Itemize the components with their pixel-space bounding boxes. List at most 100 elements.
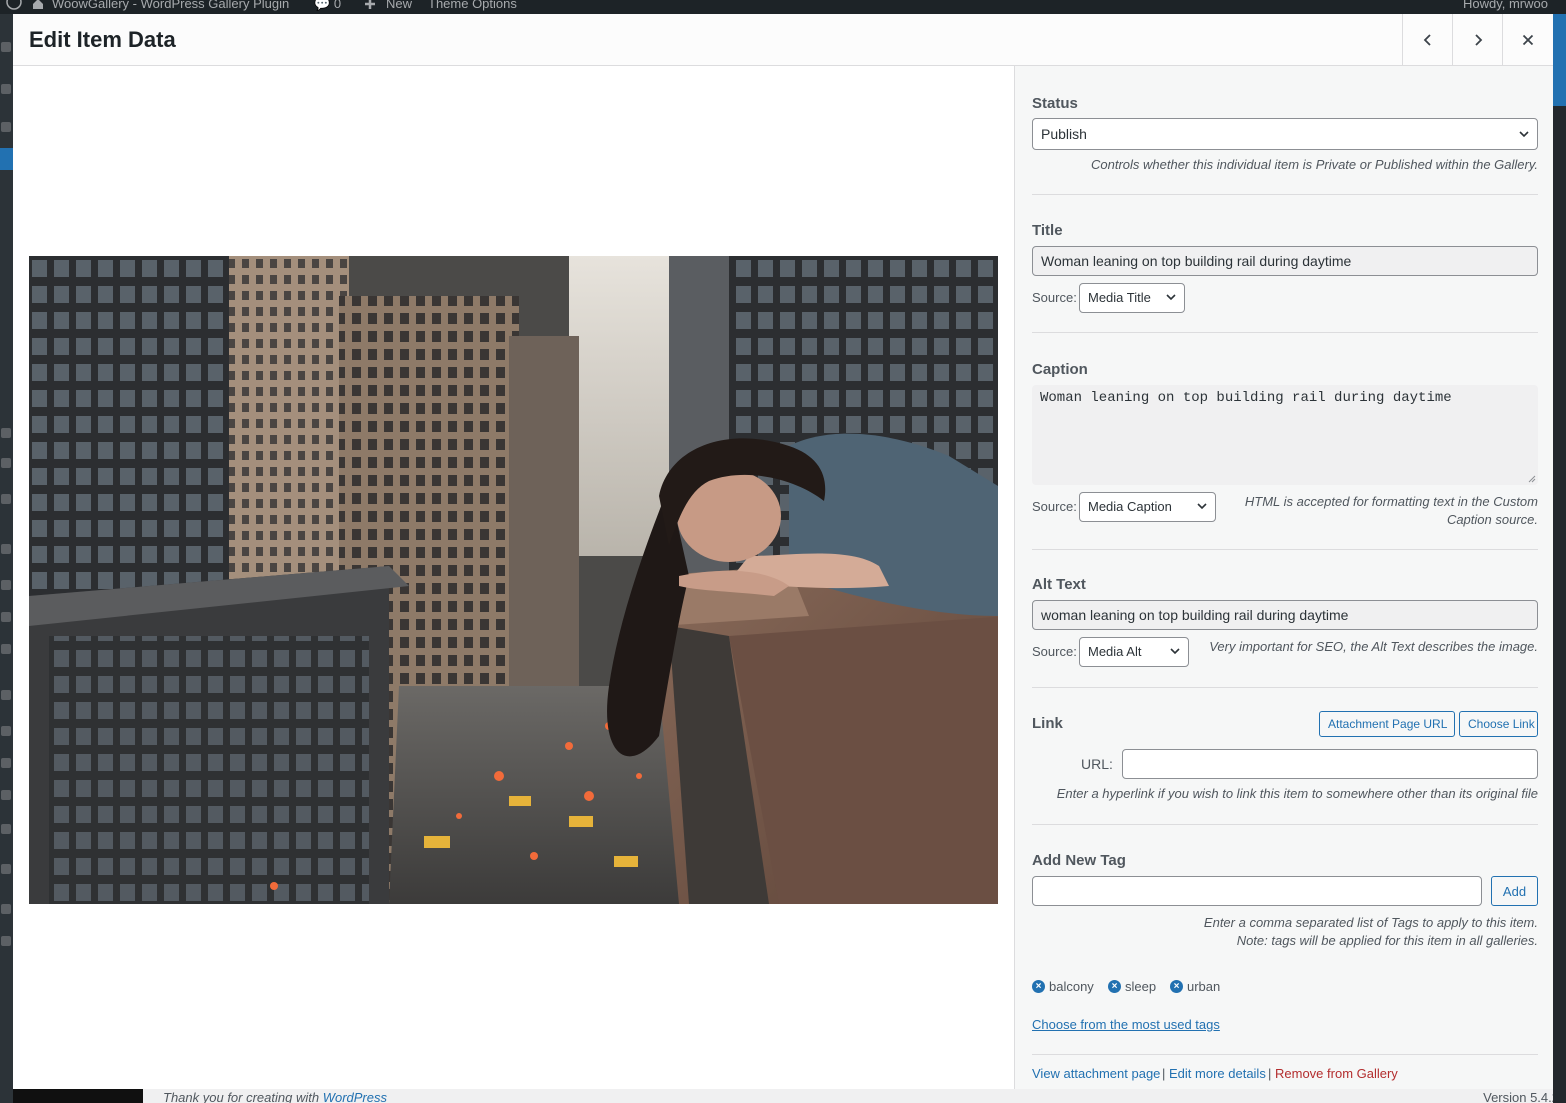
menu-icon[interactable] — [1, 790, 11, 800]
divider — [1032, 687, 1538, 688]
title-source-label: Source: — [1032, 290, 1077, 305]
wordpress-logo-icon[interactable] — [6, 0, 22, 10]
menu-icon[interactable] — [1, 726, 11, 736]
chevron-right-icon — [1474, 33, 1482, 46]
plus-icon — [365, 0, 375, 9]
remove-tag-icon[interactable]: × — [1108, 980, 1121, 993]
alt-text-description: Very important for SEO, the Alt Text des… — [1209, 639, 1538, 654]
caption-description: HTML is accepted for formatting text in … — [1244, 494, 1538, 527]
menu-icon[interactable] — [1, 84, 11, 94]
alt-source-select[interactable]: Media Alt — [1079, 637, 1189, 667]
title-source-select[interactable]: Media Title — [1079, 283, 1185, 313]
caption-source-label: Source: — [1032, 499, 1077, 514]
footer-backdrop — [13, 1089, 143, 1103]
link-description: Enter a hyperlink if you wish to link th… — [1056, 786, 1538, 801]
url-label: URL: — [1081, 756, 1113, 772]
add-tag-button[interactable]: Add — [1491, 876, 1538, 906]
admin-footer: Thank you for creating with WordPress Ve… — [143, 1089, 1553, 1103]
caption-source-select[interactable]: Media Caption — [1079, 492, 1216, 522]
title-label: Title — [1032, 222, 1063, 239]
caption-text: Woman leaning on top building rail durin… — [1040, 390, 1452, 406]
title-input[interactable]: Woman leaning on top building rail durin… — [1032, 246, 1538, 276]
alt-text-input[interactable]: woman leaning on top building rail durin… — [1032, 600, 1538, 630]
chevron-down-icon — [1519, 131, 1529, 138]
menu-icon[interactable] — [1, 904, 11, 914]
menu-icon[interactable] — [1, 758, 11, 768]
alt-source-value: Media Alt — [1088, 644, 1142, 659]
menu-icon[interactable] — [1, 458, 11, 468]
view-attachment-page-link[interactable]: View attachment page — [1032, 1066, 1160, 1081]
divider — [1032, 549, 1538, 550]
menu-icon[interactable] — [1, 690, 11, 700]
status-select[interactable]: Publish — [1032, 118, 1538, 150]
title-source-value: Media Title — [1088, 290, 1151, 305]
active-menu-item[interactable] — [0, 148, 13, 170]
caption-textarea[interactable]: Woman leaning on top building rail durin… — [1032, 385, 1538, 485]
menu-icon[interactable] — [1, 494, 11, 504]
menu-icon[interactable] — [1, 42, 11, 52]
alt-source-label: Source: — [1032, 644, 1077, 659]
chevron-down-icon — [1197, 503, 1207, 510]
tags-description-line1: Enter a comma separated list of Tags to … — [1203, 915, 1538, 930]
alt-text-label: Alt Text — [1032, 576, 1086, 593]
tag-item: × urban — [1170, 979, 1220, 994]
tag-label: sleep — [1125, 979, 1157, 994]
edit-item-modal: Edit Item Data Status Publish Controls w… — [13, 14, 1553, 1089]
previous-item-button[interactable] — [1402, 14, 1452, 65]
menu-icon[interactable] — [1, 936, 11, 946]
divider — [1032, 194, 1538, 195]
resize-handle-icon[interactable] — [1528, 475, 1536, 483]
edit-more-details-link[interactable]: Edit more details — [1169, 1066, 1266, 1081]
menu-icon[interactable] — [1, 644, 11, 654]
tag-item: × sleep — [1108, 979, 1156, 994]
status-description: Controls whether this individual item is… — [1090, 157, 1538, 172]
media-preview-pane — [13, 66, 1014, 1089]
menu-icon[interactable] — [1, 864, 11, 874]
chevron-down-icon — [1166, 294, 1176, 301]
menu-icon[interactable] — [1, 428, 11, 438]
menu-icon[interactable] — [1, 544, 11, 554]
divider — [1032, 824, 1538, 825]
menu-icon[interactable] — [1, 824, 11, 834]
admin-bar: WoowGallery - WordPress Gallery Plugin 💬… — [0, 0, 1566, 14]
link-label: Link — [1032, 715, 1063, 732]
admin-bar-new[interactable]: New — [386, 0, 412, 11]
remove-from-gallery-link[interactable]: Remove from Gallery — [1275, 1066, 1398, 1081]
divider — [1032, 1054, 1538, 1055]
photo-illustration — [29, 256, 998, 904]
menu-icon[interactable] — [1, 122, 11, 132]
close-modal-button[interactable] — [1502, 14, 1552, 65]
remove-tag-icon[interactable]: × — [1032, 980, 1045, 993]
choose-link-button[interactable]: Choose Link — [1459, 711, 1538, 737]
footer-thanks-text: Thank you for creating with — [163, 1090, 323, 1103]
caption-label: Caption — [1032, 361, 1088, 378]
status-label: Status — [1032, 95, 1078, 112]
admin-sidebar — [0, 14, 13, 1103]
attachment-page-url-button[interactable]: Attachment Page URL — [1319, 711, 1455, 737]
separator: | — [1162, 1066, 1166, 1081]
footer-thanks: Thank you for creating with WordPress — [163, 1090, 387, 1103]
choose-most-used-tags-link[interactable]: Choose from the most used tags — [1032, 1017, 1220, 1032]
remove-tag-icon[interactable]: × — [1170, 980, 1183, 993]
admin-bar-site-name[interactable]: WoowGallery - WordPress Gallery Plugin — [52, 0, 289, 11]
caption-source-value: Media Caption — [1088, 499, 1172, 514]
tag-label: balcony — [1049, 979, 1094, 994]
comments-count: 0 — [333, 0, 342, 11]
admin-bar-comments[interactable]: 💬 0 — [314, 0, 341, 12]
next-item-button[interactable] — [1452, 14, 1502, 65]
menu-icon[interactable] — [1, 612, 11, 622]
chevron-left-icon — [1423, 33, 1431, 46]
tag-label: urban — [1187, 979, 1221, 994]
tag-input[interactable] — [1032, 876, 1482, 906]
wordpress-link[interactable]: WordPress — [323, 1090, 387, 1103]
menu-icon[interactable] — [1, 580, 11, 590]
separator: | — [1268, 1066, 1272, 1081]
admin-bar-account[interactable]: Howdy, mrwoo — [1463, 0, 1548, 11]
close-icon — [1522, 34, 1533, 45]
url-input[interactable] — [1122, 749, 1538, 779]
home-icon[interactable] — [32, 0, 44, 10]
admin-bar-theme-options[interactable]: Theme Options — [428, 0, 517, 11]
backdrop-accent — [1553, 14, 1566, 106]
tag-item: × balcony — [1032, 979, 1094, 994]
footer-version: Version 5.4.2 — [1483, 1090, 1553, 1103]
